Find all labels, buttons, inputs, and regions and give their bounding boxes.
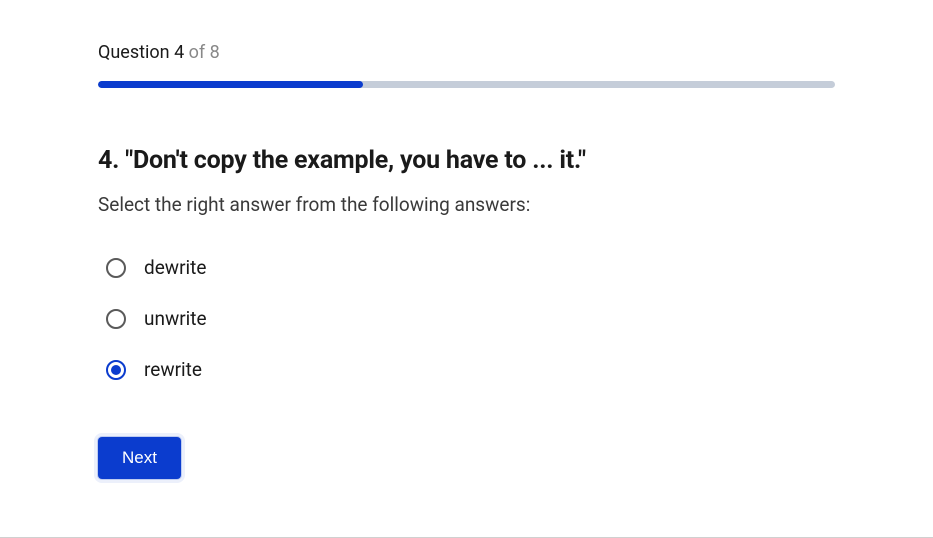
progress-bar: [98, 81, 835, 88]
question-counter-total: of 8: [184, 42, 220, 63]
radio-icon: [106, 360, 126, 380]
radio-icon: [106, 258, 126, 278]
option-label: rewrite: [144, 358, 202, 381]
options-group: dewrite unwrite rewrite: [98, 256, 835, 381]
option-label: unwrite: [144, 307, 207, 330]
option-rewrite[interactable]: rewrite: [106, 358, 835, 381]
option-unwrite[interactable]: unwrite: [106, 307, 835, 330]
radio-icon: [106, 309, 126, 329]
progress-fill: [98, 81, 363, 88]
question-counter-prefix: Question: [98, 42, 174, 63]
question-counter-current: 4: [174, 42, 184, 63]
option-dewrite[interactable]: dewrite: [106, 256, 835, 279]
question-title: 4. "Don't copy the example, you have to …: [98, 146, 835, 175]
question-subtitle: Select the right answer from the followi…: [98, 193, 835, 216]
question-counter: Question 4 of 8: [98, 42, 835, 63]
option-label: dewrite: [144, 256, 206, 279]
next-button[interactable]: Next: [98, 437, 181, 479]
